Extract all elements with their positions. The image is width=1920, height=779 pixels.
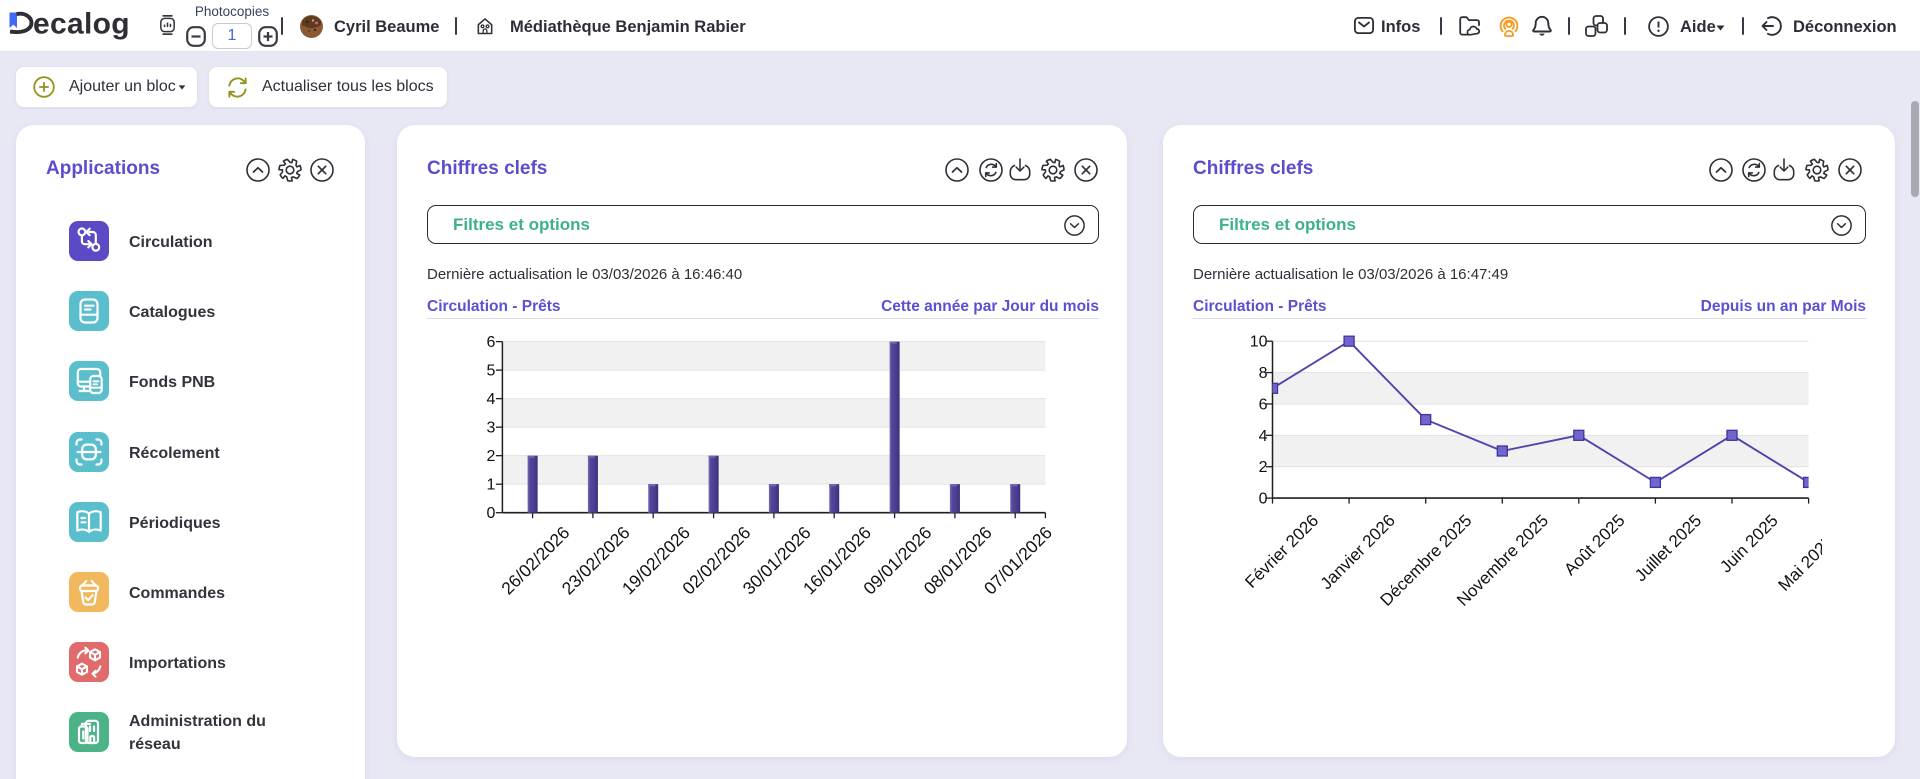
svg-text:2: 2 — [1259, 459, 1268, 476]
svg-text:6: 6 — [486, 334, 495, 351]
svg-text:1: 1 — [486, 477, 495, 494]
svg-text:Janvier 2026: Janvier 2026 — [1317, 511, 1399, 593]
svg-text:5: 5 — [486, 363, 495, 380]
svg-text:6: 6 — [1259, 396, 1268, 413]
svg-text:0: 0 — [1259, 491, 1268, 508]
svg-text:ecalog: ecalog — [33, 9, 130, 41]
svg-text:Février 2026: Février 2026 — [1241, 511, 1322, 592]
svg-text:4: 4 — [1259, 428, 1268, 445]
svg-text:3: 3 — [486, 420, 495, 437]
svg-text:Mai 2025: Mai 2025 — [1775, 532, 1822, 595]
svg-text:Août 2025: Août 2025 — [1560, 511, 1628, 579]
svg-text:0: 0 — [486, 505, 495, 522]
svg-text:Juillet 2025: Juillet 2025 — [1631, 511, 1705, 585]
svg-text:4: 4 — [486, 391, 495, 408]
svg-text:Juin 2025: Juin 2025 — [1716, 511, 1782, 577]
svg-text:10: 10 — [1250, 334, 1268, 351]
svg-text:2: 2 — [486, 448, 495, 465]
svg-text:8: 8 — [1259, 365, 1268, 382]
